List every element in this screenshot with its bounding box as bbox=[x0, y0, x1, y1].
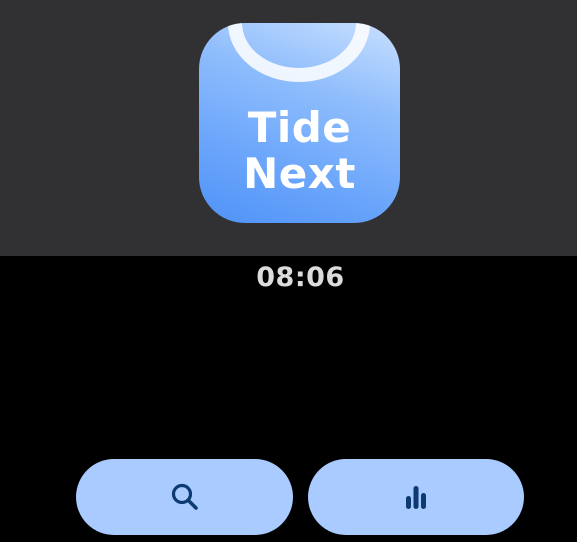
search-icon bbox=[171, 483, 198, 510]
stats-button[interactable] bbox=[308, 459, 524, 535]
app-icon-title-line2: Next bbox=[243, 149, 356, 198]
app-header-panel: Tide Next bbox=[0, 0, 577, 256]
bar-chart-icon bbox=[406, 486, 426, 509]
clock-time: 08:06 bbox=[256, 262, 345, 293]
tide-next-app-icon[interactable]: Tide Next bbox=[199, 23, 400, 223]
search-button[interactable] bbox=[76, 459, 293, 535]
app-icon-title-line1: Tide bbox=[247, 103, 352, 152]
